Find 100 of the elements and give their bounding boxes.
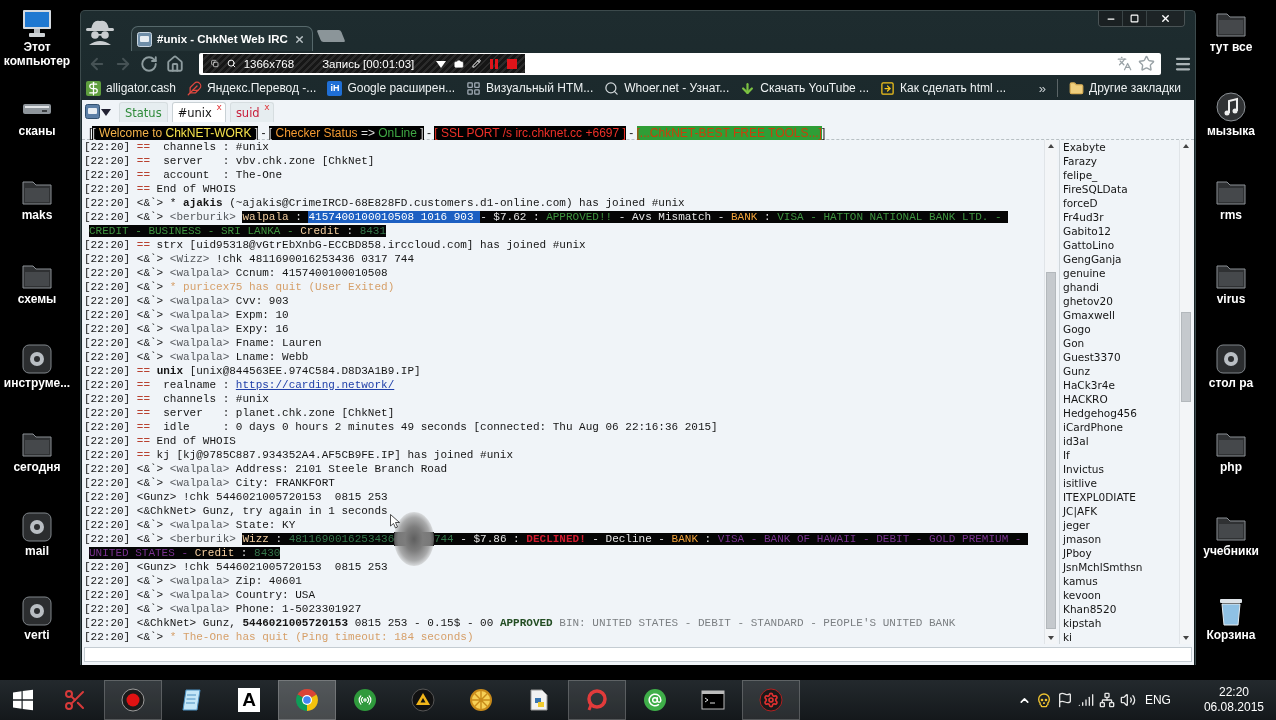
desktop-icon-label[interactable]: Этот компьютер bbox=[0, 40, 75, 68]
desktop-icon-label[interactable]: учебники bbox=[1203, 544, 1259, 558]
monitor-icon[interactable] bbox=[22, 8, 52, 38]
nick[interactable]: isitlive bbox=[1063, 476, 1097, 490]
bookmark[interactable]: Яндекс.Перевод -... bbox=[187, 80, 317, 96]
desktop-icon-label[interactable]: Корзина bbox=[1206, 628, 1256, 642]
clock-time[interactable]: 22:20 bbox=[1218, 685, 1249, 700]
nick[interactable]: Fr4ud3r bbox=[1063, 210, 1104, 224]
gear-icon[interactable] bbox=[759, 688, 783, 712]
document-icon[interactable] bbox=[527, 688, 551, 712]
desktop-icon-label[interactable]: мызыка bbox=[1207, 124, 1255, 138]
tab-close[interactable]: x bbox=[264, 102, 270, 112]
desktop-icon-label[interactable]: тут все bbox=[1209, 40, 1253, 54]
nick[interactable]: JsnMchlSmthsn bbox=[1063, 560, 1143, 574]
reload-icon[interactable] bbox=[140, 54, 158, 73]
nick[interactable]: GengGanja bbox=[1063, 252, 1122, 266]
record-icon[interactable] bbox=[121, 688, 145, 712]
bookmark[interactable]: iH Google расширен... bbox=[327, 80, 456, 96]
nick[interactable]: HACKRO bbox=[1063, 392, 1108, 406]
maximize-button[interactable] bbox=[1122, 11, 1146, 26]
desktop-icon-label[interactable]: virus bbox=[1216, 292, 1246, 306]
scrollbar-thumb[interactable] bbox=[1181, 312, 1191, 402]
nick[interactable]: GattoLino bbox=[1063, 238, 1115, 252]
skull-icon[interactable] bbox=[1035, 692, 1052, 708]
language-indicator[interactable]: ENG bbox=[1144, 693, 1171, 707]
scrollbar[interactable] bbox=[1044, 140, 1057, 644]
nick[interactable]: ghandi bbox=[1063, 280, 1099, 294]
address-bar[interactable]: 1366x768 Запись [00:01:03] bbox=[199, 52, 1161, 75]
close-icon[interactable] bbox=[294, 33, 305, 45]
scrollbar-thumb[interactable] bbox=[1046, 272, 1056, 629]
nick[interactable]: jmason bbox=[1063, 532, 1102, 546]
app-tile-icon[interactable] bbox=[1216, 344, 1246, 374]
channel-tab[interactable]: Status bbox=[119, 102, 168, 122]
nick[interactable]: kamus bbox=[1063, 574, 1098, 588]
app-tile-icon[interactable] bbox=[22, 512, 52, 542]
nick[interactable]: Gmaxwell bbox=[1063, 308, 1115, 322]
translate-icon[interactable] bbox=[1117, 56, 1132, 71]
nick[interactable]: Hedgehog456 bbox=[1063, 406, 1137, 420]
nick[interactable]: If bbox=[1063, 448, 1070, 462]
scissors-icon[interactable] bbox=[63, 688, 87, 712]
search-icon[interactable] bbox=[226, 57, 236, 70]
four-panes-icon[interactable] bbox=[11, 688, 35, 712]
flag-icon[interactable] bbox=[1056, 692, 1073, 708]
app-tile-icon[interactable] bbox=[22, 596, 52, 626]
nick[interactable]: Invictus bbox=[1063, 462, 1104, 476]
wheel-icon[interactable] bbox=[469, 688, 493, 712]
nick[interactable]: Farazy bbox=[1063, 154, 1097, 168]
nick[interactable]: genuine bbox=[1063, 266, 1106, 280]
window-icon[interactable] bbox=[85, 104, 100, 119]
desktop-icon-label[interactable]: mail bbox=[25, 544, 49, 558]
antenna-icon[interactable] bbox=[353, 688, 377, 712]
taskbar-button[interactable]: A bbox=[220, 680, 278, 720]
clock-date[interactable]: 06.08.2015 bbox=[1203, 700, 1264, 715]
nick[interactable]: ITEXPL0DIATE bbox=[1063, 490, 1136, 504]
channel-tab[interactable]: #unix x bbox=[171, 102, 226, 122]
desktop-icon-label[interactable]: maks bbox=[21, 208, 53, 222]
caret-down-icon[interactable] bbox=[436, 58, 447, 69]
minimize-button[interactable] bbox=[1099, 11, 1122, 26]
desktop-icon-label[interactable]: стол ра bbox=[1208, 376, 1254, 390]
nick[interactable]: ghetov20 bbox=[1063, 294, 1113, 308]
bookmark[interactable]: Как сделать html ... bbox=[880, 80, 1007, 96]
notepad-icon[interactable] bbox=[179, 688, 203, 712]
link[interactable]: https://carding.network/ bbox=[235, 379, 395, 391]
speech-bubble-icon[interactable] bbox=[585, 688, 609, 712]
nick[interactable]: forceD bbox=[1063, 196, 1098, 210]
nick[interactable]: Khan8520 bbox=[1063, 602, 1117, 616]
desktop-icon-label[interactable]: rms bbox=[1220, 208, 1242, 222]
browser-tab[interactable]: #unix - ChkNet Web IRC bbox=[131, 26, 313, 51]
music-disc-icon[interactable] bbox=[1216, 92, 1246, 122]
new-tab-button[interactable] bbox=[316, 30, 346, 42]
nick[interactable]: Gabito12 bbox=[1063, 224, 1112, 238]
app-tile-icon[interactable] bbox=[22, 344, 52, 374]
desktop-icon-label[interactable]: инструме... bbox=[3, 376, 71, 390]
nick[interactable]: kevoon bbox=[1063, 588, 1101, 602]
nick[interactable]: felipe_ bbox=[1063, 168, 1098, 182]
desktop-icon-label[interactable]: схемы bbox=[17, 292, 57, 306]
speaker-icon[interactable] bbox=[1119, 692, 1136, 708]
bookmark[interactable]: Скачать YouTube ... bbox=[740, 80, 870, 96]
nick[interactable]: jeger bbox=[1063, 518, 1090, 532]
browser-icon[interactable] bbox=[295, 688, 319, 712]
copy-icon[interactable] bbox=[211, 58, 219, 69]
message-input[interactable] bbox=[84, 647, 1192, 662]
bookmark[interactable]: Визуальный HTM... bbox=[466, 80, 594, 96]
close-button[interactable] bbox=[1146, 11, 1184, 26]
bookmark[interactable]: Whoer.net - Узнат... bbox=[604, 80, 730, 96]
signal-bars-icon[interactable] bbox=[1077, 692, 1094, 708]
scrollbar[interactable] bbox=[1179, 140, 1192, 644]
tab-close[interactable]: x bbox=[216, 102, 222, 112]
nick[interactable]: Gunz bbox=[1063, 364, 1090, 378]
desktop-icon-label[interactable]: сегодня bbox=[13, 460, 61, 474]
letter-tile[interactable]: A bbox=[238, 688, 260, 712]
nick[interactable]: ki bbox=[1063, 630, 1072, 644]
stop-icon[interactable] bbox=[507, 58, 517, 69]
nick[interactable]: iCardPhone bbox=[1063, 420, 1123, 434]
nick[interactable]: Gon bbox=[1063, 336, 1085, 350]
bookmark-folder[interactable]: Другие закладки bbox=[1069, 80, 1181, 96]
bookmark[interactable]: alligator.cash bbox=[86, 80, 177, 96]
star-icon[interactable] bbox=[1138, 55, 1155, 72]
nick[interactable]: kipstah bbox=[1063, 616, 1102, 630]
nick[interactable]: Gogo bbox=[1063, 322, 1091, 336]
